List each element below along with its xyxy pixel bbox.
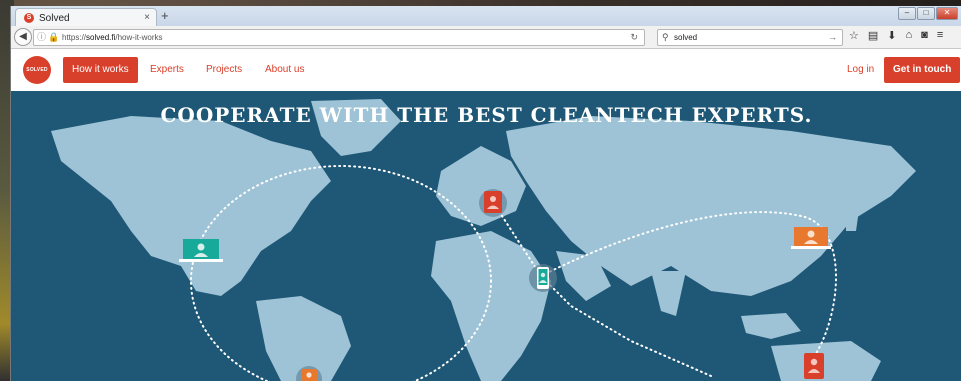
- laptop-icon-america: [179, 239, 223, 262]
- tablet-icon-australia: [804, 353, 824, 379]
- search-bar[interactable]: ⚲ solved →: [657, 29, 843, 46]
- close-window-icon[interactable]: ✕: [936, 7, 958, 20]
- tab-strip: S Solved × + – □ ✕: [11, 6, 961, 27]
- window-controls: – □ ✕: [898, 7, 958, 20]
- reload-icon[interactable]: ↻: [630, 30, 638, 45]
- site-header: SOLVED How it works Experts Projects Abo…: [11, 49, 961, 92]
- laptop-icon-asia: [791, 227, 831, 249]
- nav-how-it-works[interactable]: How it works: [63, 57, 138, 83]
- get-in-touch-button[interactable]: Get in touch: [884, 57, 961, 83]
- url-text: https://solved.fi/how-it-works: [62, 33, 163, 42]
- new-tab-button[interactable]: +: [161, 8, 169, 23]
- back-arrow-icon[interactable]: ◀: [14, 28, 32, 46]
- search-go-icon[interactable]: →: [828, 30, 837, 45]
- tablet-icon-europe: [479, 189, 507, 217]
- nav-projects[interactable]: Projects: [206, 57, 242, 83]
- tab-solved[interactable]: S Solved ×: [15, 8, 157, 27]
- home-icon[interactable]: ⌂: [906, 29, 913, 42]
- tab-title: Solved: [39, 12, 70, 24]
- solved-logo[interactable]: SOLVED: [23, 56, 51, 84]
- navigation-toolbar: ◀ ⓘ 🔒 https://solved.fi/how-it-works ↻ ⚲…: [11, 26, 961, 49]
- maximize-icon[interactable]: □: [917, 7, 935, 20]
- phone-icon-africa: [529, 264, 557, 292]
- favicon-icon: S: [24, 13, 34, 23]
- nav-experts[interactable]: Experts: [150, 57, 184, 83]
- minimize-icon[interactable]: –: [898, 7, 916, 20]
- nav-about-us[interactable]: About us: [265, 57, 304, 83]
- search-icon: ⚲: [662, 32, 669, 42]
- pocket-icon[interactable]: ◙: [921, 29, 928, 42]
- search-value: solved: [674, 33, 698, 42]
- star-icon[interactable]: ☆: [849, 29, 859, 42]
- menu-icon[interactable]: ≡: [937, 29, 943, 42]
- device-icon-south-america: [296, 366, 322, 381]
- info-icon[interactable]: ⓘ: [37, 30, 46, 45]
- download-icon[interactable]: ⬇: [887, 29, 896, 42]
- tab-close-icon[interactable]: ×: [144, 12, 150, 23]
- browser-window: S Solved × + – □ ✕ ◀ ⓘ 🔒 https://solved.…: [10, 6, 961, 381]
- hero-map: COOPERATE WITH THE BEST CLEANTECH EXPERT…: [11, 91, 961, 381]
- bookmarks-icon[interactable]: ▤: [868, 29, 878, 42]
- lock-icon[interactable]: 🔒: [48, 30, 59, 45]
- url-bar[interactable]: ⓘ 🔒 https://solved.fi/how-it-works ↻: [33, 29, 645, 46]
- hero-headline: COOPERATE WITH THE BEST CLEANTECH EXPERT…: [160, 103, 813, 127]
- toolbar-icons: ☆ ▤ ⬇ ⌂ ◙ ≡: [849, 29, 943, 42]
- login-link[interactable]: Log in: [847, 57, 874, 83]
